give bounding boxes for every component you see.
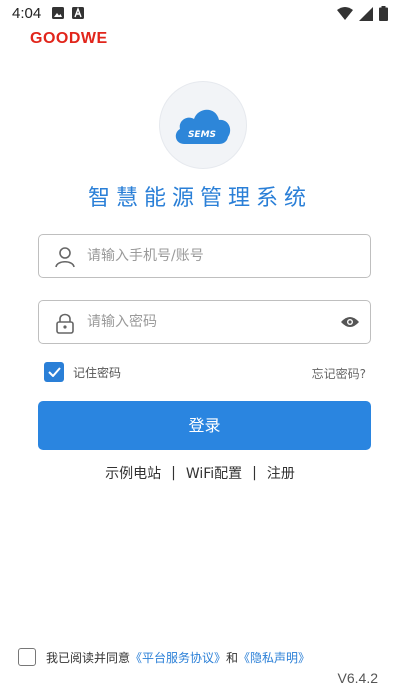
privacy-statement-link[interactable]: 《隐私声明》 [238,649,310,666]
login-button[interactable]: 登录 [38,401,371,450]
password-input[interactable] [87,301,337,343]
link-separator: | [171,465,176,481]
forgot-password-link[interactable]: 忘记密码? [312,365,366,382]
signal-icon [359,6,373,21]
bottom-links: 示例电站 | WiFi配置 | 注册 [0,463,400,483]
remember-checkbox[interactable] [44,362,64,382]
agreement-checkbox[interactable] [18,648,36,666]
app-version: V6.4.2 [337,670,378,686]
wifi-icon [337,7,353,20]
lock-icon [56,313,74,334]
cloud-icon: SEMS [175,109,231,144]
a-badge-icon [72,7,84,19]
status-bar: 4:04 [0,0,400,28]
remember-label: 记住密码 [73,365,122,380]
login-screen: 4:04 GOODWE SEMS 智慧能源管理系统 请输入手机号/账号 记住密码… [0,0,400,695]
logo-text: SEMS [188,130,216,140]
show-password-eye-icon[interactable] [340,315,360,329]
remember-password[interactable]: 记住密码 [44,362,121,382]
account-input[interactable] [87,235,337,277]
check-icon [47,367,61,377]
service-agreement-link[interactable]: 《平台服务协议》 [130,649,226,666]
agreement-prefix: 我已阅读并同意 [46,650,131,665]
image-icon [52,7,64,19]
app-title: 智慧能源管理系统 [87,186,312,211]
status-icons [337,6,388,21]
wifi-config-link[interactable]: WiFi配置 [186,463,242,483]
agreement-and: 和 [226,650,239,665]
link-separator: | [252,465,257,481]
brand-logo: GOODWE [30,30,108,47]
status-time: 4:04 [12,5,42,22]
app-logo: SEMS [160,82,246,168]
register-link[interactable]: 注册 [267,463,295,483]
user-icon [55,247,75,268]
agreement-row: 我已阅读并同意 《平台服务协议》 和 《隐私声明》 [18,648,310,666]
account-field[interactable] [38,234,371,278]
demo-station-link[interactable]: 示例电站 [105,463,161,483]
battery-icon [379,6,388,21]
password-field[interactable] [38,300,371,344]
